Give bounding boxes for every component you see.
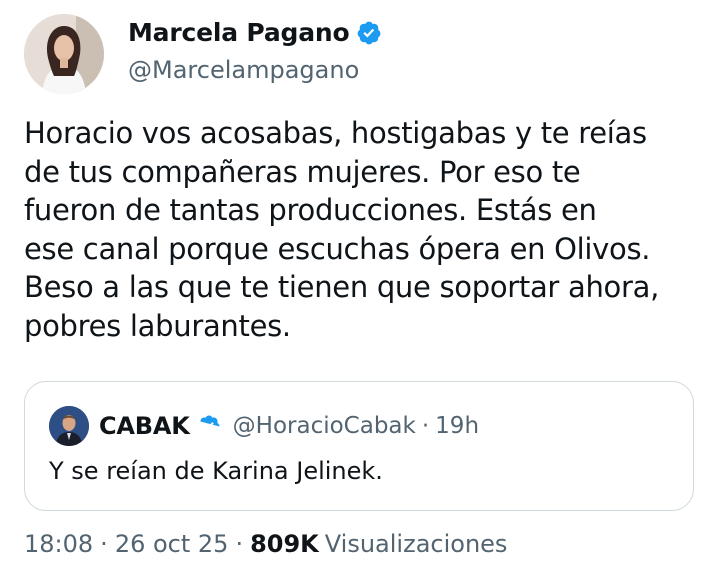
quoted-author-avatar[interactable] (49, 406, 89, 446)
quoted-tweet-card[interactable]: CABAK @HoracioCabak · 19h Y se reían de … (24, 381, 694, 511)
tweet-date[interactable]: 26 oct 25 (115, 530, 229, 558)
verified-badge-icon[interactable] (356, 20, 382, 46)
author-avatar[interactable] (24, 14, 104, 94)
author-handle[interactable]: @Marcelampagano (128, 56, 359, 84)
tweet-text: Horacio vos acosabas, hostigabas y te re… (24, 116, 659, 343)
tweet-meta: 18:08 · 26 oct 25 · 809K Visualizaciones (24, 530, 507, 558)
author-name-row: Marcela Pagano (128, 18, 382, 47)
views-label[interactable]: Visualizaciones (325, 530, 508, 558)
meta-separator: · (100, 530, 108, 558)
quoted-tweet-header: CABAK @HoracioCabak · 19h (99, 406, 479, 446)
quoted-author-photo (49, 406, 89, 446)
quoted-tweet-time[interactable]: 19h (435, 413, 479, 439)
quoted-author-name[interactable]: CABAK (99, 412, 190, 440)
views-count[interactable]: 809K (250, 530, 319, 558)
quoted-author-handle[interactable]: @HoracioCabak (233, 413, 416, 439)
meta-separator: · (235, 530, 244, 558)
quoted-separator: · (421, 413, 430, 439)
author-photo (24, 14, 104, 94)
tweet-time[interactable]: 18:08 (24, 530, 93, 558)
quoted-tweet-text: Y se reían de Karina Jelinek. (49, 457, 383, 485)
author-name[interactable]: Marcela Pagano (128, 18, 350, 47)
quoted-verified-badge-icon[interactable] (197, 414, 221, 438)
